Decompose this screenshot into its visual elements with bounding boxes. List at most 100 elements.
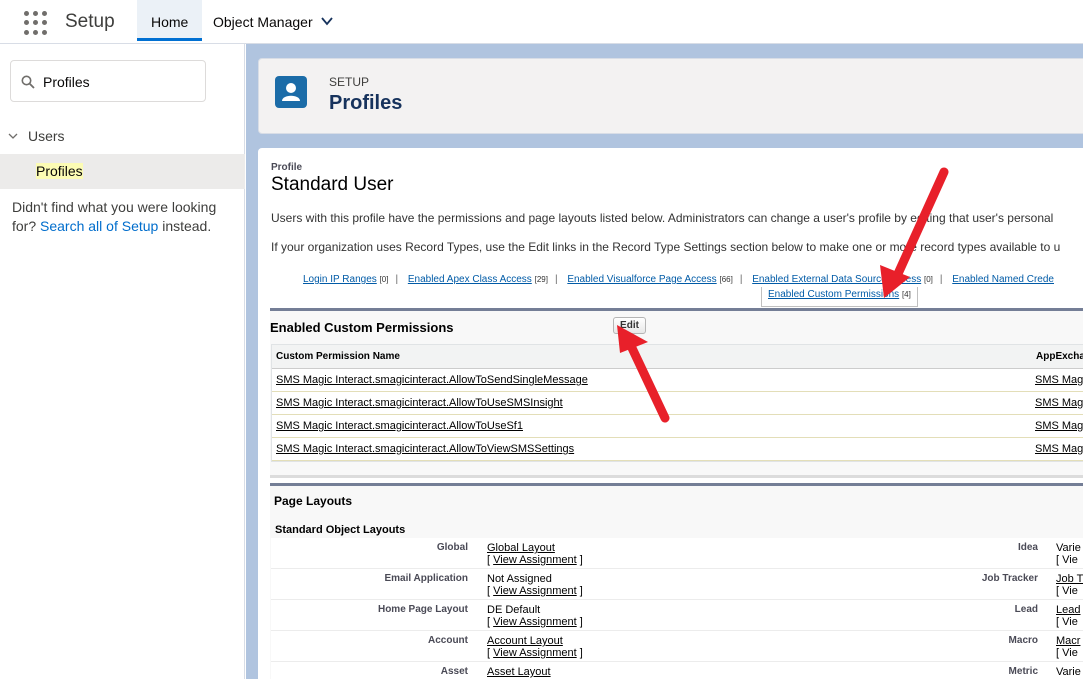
package-link[interactable]: SMS Mag bbox=[1035, 397, 1083, 409]
user-icon bbox=[275, 76, 307, 108]
not-found-tail: instead. bbox=[158, 218, 212, 234]
object-label: Lead bbox=[1014, 604, 1038, 615]
view-assignment[interactable]: [ Vie bbox=[1056, 554, 1078, 566]
layout-link[interactable]: Account Layout bbox=[487, 635, 563, 647]
table-row: SMS Magic Interact.smagicinteract.AllowT… bbox=[272, 415, 1083, 438]
separator: | bbox=[939, 274, 943, 285]
view-assignment: [ View Assignment ] bbox=[487, 616, 583, 628]
table-row: Home Page Layout DE Default [ View Assig… bbox=[271, 600, 1083, 631]
object-label: Idea bbox=[1017, 542, 1038, 553]
view-assignment-link[interactable]: View Assignment bbox=[493, 554, 577, 566]
table-row: SMS Magic Interact.smagicinteract.AllowT… bbox=[272, 438, 1083, 461]
package-link[interactable]: SMS Mag bbox=[1035, 374, 1083, 386]
view-assignment-link[interactable]: View Assignment bbox=[493, 585, 577, 597]
link-count: [4] bbox=[901, 290, 911, 299]
tab-object-manager[interactable]: Object Manager bbox=[199, 0, 327, 41]
app-name: Setup bbox=[65, 11, 115, 32]
chevron-down-icon bbox=[8, 133, 18, 139]
separator: | bbox=[395, 274, 399, 285]
section-title: Page Layouts bbox=[274, 494, 353, 508]
section-subtitle: Standard Object Layouts bbox=[275, 524, 406, 536]
object-label: Global bbox=[436, 542, 468, 553]
tree-node-profiles[interactable]: Profiles bbox=[0, 154, 245, 189]
related-list-links: Login IP Ranges [0] | Enabled Apex Class … bbox=[303, 274, 1054, 285]
link-apex-class-access[interactable]: Enabled Apex Class Access bbox=[408, 274, 532, 285]
separator: | bbox=[554, 274, 558, 285]
record-types-note: If your organization uses Record Types, … bbox=[271, 240, 1061, 254]
tree-node-profiles-label: Profiles bbox=[36, 163, 83, 179]
not-found-message: Didn't find what you were looking for? S… bbox=[12, 198, 232, 236]
page-layouts-table: Global Global Layout [ View Assignment ]… bbox=[271, 538, 1083, 679]
layout-value: Lead bbox=[1056, 604, 1080, 616]
object-label: Home Page Layout bbox=[377, 604, 468, 615]
quick-find-value: Profiles bbox=[43, 74, 90, 90]
link-count: [0] bbox=[923, 275, 933, 284]
table-row: Asset Asset Layout Metric Varie bbox=[271, 662, 1083, 679]
table-row: Email Application Not Assigned [ View As… bbox=[271, 569, 1083, 600]
main-content: SETUP Profiles Profile Standard User Use… bbox=[246, 44, 1083, 679]
page-eyebrow: SETUP bbox=[329, 75, 370, 89]
object-label: Macro bbox=[1008, 635, 1038, 646]
link-external-data-source[interactable]: Enabled External Data Source Access bbox=[752, 274, 921, 285]
permission-link[interactable]: SMS Magic Interact.smagicinteract.AllowT… bbox=[276, 420, 523, 432]
view-assignment: [ View Assignment ] bbox=[487, 585, 583, 597]
link-login-ip-ranges[interactable]: Login IP Ranges bbox=[303, 274, 377, 285]
view-assignment[interactable]: [ Vie bbox=[1056, 585, 1078, 597]
layout-value: Macr bbox=[1056, 635, 1080, 647]
package-link[interactable]: SMS Mag bbox=[1035, 443, 1083, 455]
column-header-name: Custom Permission Name bbox=[276, 351, 400, 362]
table-row: SMS Magic Interact.smagicinteract.AllowT… bbox=[272, 392, 1083, 415]
layout-link[interactable]: Asset Layout bbox=[487, 666, 551, 678]
object-label: Email Application bbox=[384, 573, 468, 584]
object-label: Metric bbox=[1008, 666, 1038, 677]
link-count: [0] bbox=[379, 275, 389, 284]
page-title: Profiles bbox=[329, 92, 403, 114]
layout-link[interactable]: Job T bbox=[1056, 573, 1083, 585]
profile-description: Users with this profile have the permiss… bbox=[271, 211, 1054, 225]
table-row: Account Account Layout [ View Assignment… bbox=[271, 631, 1083, 662]
view-assignment[interactable]: [ Vie bbox=[1056, 616, 1078, 628]
link-custom-permissions-tab: Enabled Custom Permissions [4] bbox=[761, 287, 918, 307]
view-assignment-link[interactable]: View Assignment bbox=[493, 647, 577, 659]
page-layouts-section: Page Layouts Standard Object Layouts Glo… bbox=[270, 483, 1083, 679]
layout-value: Account Layout bbox=[487, 635, 563, 647]
table-row: SMS Magic Interact.smagicinteract.AllowT… bbox=[272, 369, 1083, 392]
object-label: Account bbox=[428, 635, 468, 646]
layout-link[interactable]: Macr bbox=[1056, 635, 1080, 647]
layout-link[interactable]: Lead bbox=[1056, 604, 1080, 616]
layout-value: Varie bbox=[1056, 666, 1081, 678]
global-header: Setup Home Object Manager bbox=[0, 0, 1083, 44]
view-assignment[interactable]: [ Vie bbox=[1056, 647, 1078, 659]
custom-permissions-table: Custom Permission Name AppExcha SMS Magi… bbox=[271, 344, 1083, 462]
permission-link[interactable]: SMS Magic Interact.smagicinteract.AllowT… bbox=[276, 397, 563, 409]
search-all-setup-link[interactable]: Search all of Setup bbox=[40, 218, 158, 234]
section-title: Enabled Custom Permissions bbox=[270, 320, 454, 335]
link-visualforce-access[interactable]: Enabled Visualforce Page Access bbox=[567, 274, 716, 285]
view-assignment-link[interactable]: View Assignment bbox=[493, 616, 577, 628]
chevron-down-icon[interactable] bbox=[321, 15, 333, 27]
layout-value: Job T bbox=[1056, 573, 1083, 585]
profile-name: Standard User bbox=[271, 174, 394, 195]
profile-label: Profile bbox=[271, 162, 303, 173]
layout-link[interactable]: Global Layout bbox=[487, 542, 555, 554]
link-custom-permissions[interactable]: Enabled Custom Permissions bbox=[768, 289, 899, 300]
edit-button[interactable]: Edit bbox=[613, 317, 646, 334]
permission-link[interactable]: SMS Magic Interact.smagicinteract.AllowT… bbox=[276, 374, 588, 386]
link-named-credentials[interactable]: Enabled Named Crede bbox=[952, 274, 1054, 285]
tree-node-users[interactable]: Users bbox=[8, 128, 65, 144]
link-count: [66] bbox=[719, 275, 733, 284]
app-launcher-icon[interactable] bbox=[24, 11, 48, 35]
custom-permissions-section: Enabled Custom Permissions Edit Custom P… bbox=[270, 308, 1083, 478]
object-label: Job Tracker bbox=[981, 573, 1038, 584]
search-icon bbox=[21, 75, 35, 89]
page-header: SETUP Profiles bbox=[258, 58, 1083, 134]
package-link[interactable]: SMS Mag bbox=[1035, 420, 1083, 432]
tab-home[interactable]: Home bbox=[137, 0, 203, 41]
quick-find-input[interactable]: Profiles bbox=[10, 60, 206, 102]
object-label: Asset bbox=[440, 666, 468, 677]
tree-node-users-label: Users bbox=[28, 128, 65, 144]
permission-link[interactable]: SMS Magic Interact.smagicinteract.AllowT… bbox=[276, 443, 574, 455]
layout-value: DE Default bbox=[487, 604, 541, 616]
layout-value[interactable]: Varie bbox=[1056, 542, 1081, 554]
layout-value: Asset Layout bbox=[487, 666, 551, 678]
